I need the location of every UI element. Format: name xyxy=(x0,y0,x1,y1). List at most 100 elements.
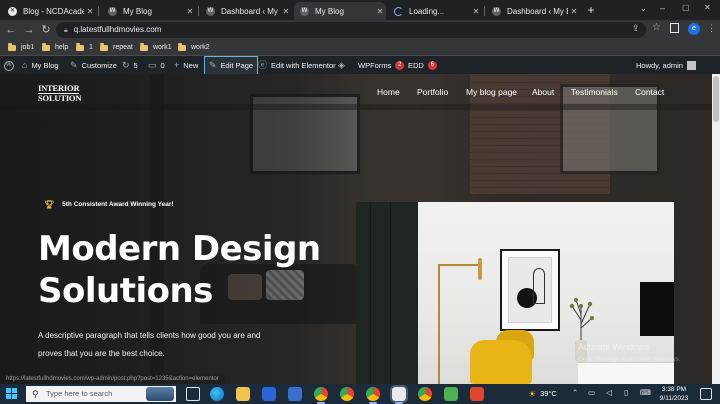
website-hero: INTERIOR SOLUTION Home Portfolio My blog… xyxy=(0,74,712,384)
chrome-profile-2-icon[interactable] xyxy=(366,387,380,401)
nav-contact[interactable]: Contact xyxy=(635,87,664,97)
close-tab-icon[interactable]: ✕ xyxy=(84,7,96,16)
new-tab-plus-icon[interactable]: + xyxy=(584,2,598,18)
admin-bar-new[interactable]: + New xyxy=(174,57,198,74)
close-tab-icon[interactable]: ✕ xyxy=(184,7,196,16)
panel-groove xyxy=(390,202,391,384)
maximize-icon[interactable]: ▢ xyxy=(682,3,690,12)
admin-bar-diamond[interactable]: ◈ xyxy=(338,57,349,74)
language-icon[interactable]: ⌨ xyxy=(640,388,651,397)
admin-bar-wpforms[interactable]: WPForms 2 xyxy=(358,57,405,74)
task-view-icon[interactable] xyxy=(186,387,200,401)
share-icon[interactable]: ⇪ xyxy=(632,23,640,34)
bookmark-star-icon[interactable]: ☆ xyxy=(652,22,661,33)
trophy-icon: 🏆︎ xyxy=(44,200,55,209)
comment-icon: ▭ xyxy=(148,60,157,70)
recorder-icon[interactable] xyxy=(470,387,484,401)
tab-search-chevron-icon[interactable]: ⌄ xyxy=(640,4,647,13)
taskbar-clock[interactable]: 3:38 PM 9/11/2023 xyxy=(654,385,694,403)
close-window-icon[interactable]: ✕ xyxy=(704,3,711,12)
bookmark-label: repeat xyxy=(113,44,133,51)
white-console xyxy=(578,362,674,384)
wordpress-icon: W xyxy=(492,6,501,16)
back-arrow-icon[interactable]: ← xyxy=(4,23,18,37)
forward-arrow-icon[interactable]: → xyxy=(22,23,36,37)
close-tab-icon[interactable]: ✕ xyxy=(470,7,482,16)
admin-bar-edd[interactable]: EDD 6 xyxy=(408,57,437,74)
bookmark-folder-work2[interactable]: work2 xyxy=(178,42,210,54)
nav-my-blog-page[interactable]: My blog page xyxy=(466,87,517,97)
home-icon: ⌂ xyxy=(22,60,28,70)
close-tab-icon[interactable]: ✕ xyxy=(568,7,580,16)
tray-chevron-icon[interactable]: ⌃ xyxy=(572,388,578,397)
nav-testimonials[interactable]: Testimonials xyxy=(571,87,618,97)
address-url: q.latestfullhdmovies.com xyxy=(73,25,162,34)
wpforms-count-badge: 2 xyxy=(395,61,405,70)
tab-my-blog-active[interactable]: W My Blog ✕ xyxy=(294,2,386,20)
browser-tab-strip: ✕ Blog - NCDAcademy ✕ W My Blog ✕ W Dash… xyxy=(0,0,720,20)
minimize-icon[interactable]: – xyxy=(660,3,665,13)
profile-avatar[interactable]: e xyxy=(688,23,700,35)
mail-icon[interactable] xyxy=(288,387,302,401)
tab-title: My Blog xyxy=(123,6,152,16)
weather-sun-icon: ☀︎ xyxy=(528,389,537,399)
store-icon[interactable] xyxy=(262,387,276,401)
updates-icon: ↻ xyxy=(122,60,130,70)
bookmark-folder-work1[interactable]: work1 xyxy=(140,42,172,54)
floor-lamp-pole xyxy=(438,266,440,384)
edge-icon[interactable] xyxy=(210,387,224,401)
plus-icon: + xyxy=(174,60,180,70)
battery-icon[interactable]: ▯ xyxy=(624,388,628,397)
chrome-profile-icon[interactable] xyxy=(340,387,354,401)
close-tab-icon[interactable]: ✕ xyxy=(280,7,292,16)
close-tab-icon[interactable]: ✕ xyxy=(374,7,386,16)
admin-bar-updates[interactable]: ↻ 5 xyxy=(122,57,138,74)
tab-divider xyxy=(484,6,485,16)
address-bar[interactable]: 🔒︎ q.latestfullhdmovies.com xyxy=(56,22,646,38)
bookmark-label: 1 xyxy=(89,44,93,51)
camtasia-icon[interactable] xyxy=(444,387,458,401)
bookmark-folder-job1[interactable]: job1 xyxy=(8,42,34,54)
floor-lamp-shade xyxy=(478,258,482,280)
admin-bar-elementor[interactable]: ⓔ Edit with Elementor xyxy=(258,57,336,74)
weather-widget[interactable]: ☀︎ 39°C xyxy=(528,384,557,404)
chrome-icon[interactable] xyxy=(314,387,328,401)
sidebar-panel-icon[interactable] xyxy=(670,23,679,33)
tab-loading[interactable]: Loading... ✕ xyxy=(388,2,482,20)
tab-blog-ncdacademy[interactable]: ✕ Blog - NCDAcademy ✕ xyxy=(2,2,96,20)
nav-home[interactable]: Home xyxy=(377,87,400,97)
tab-title: Blog - NCDAcademy xyxy=(23,6,84,16)
windows-start-icon[interactable] xyxy=(6,388,18,400)
wordpress-logo-icon[interactable]: W xyxy=(4,57,18,74)
tab-dashboard-1[interactable]: W Dashboard ‹ My Blog ✕ xyxy=(200,2,292,20)
admin-bar-edit-page[interactable]: ✎ Edit Page xyxy=(203,56,259,75)
reload-icon[interactable]: ↻ xyxy=(39,23,53,37)
chrome-profile-3-icon[interactable] xyxy=(418,387,432,401)
search-highlight-image xyxy=(146,387,174,401)
more-menu-icon[interactable]: ⋮ xyxy=(707,23,716,34)
nav-about[interactable]: About xyxy=(532,87,554,97)
tab-divider xyxy=(98,6,99,16)
site-logo[interactable]: INTERIOR SOLUTION xyxy=(38,84,81,103)
admin-bar-comments[interactable]: ▭ 0 xyxy=(148,57,165,74)
folder-icon xyxy=(178,43,186,51)
art-arch xyxy=(533,268,545,304)
wp-admin-bar: W ⌂ My Blog ✎ Customize ↻ 5 ▭ 0 + New ✎ Edit P… xyxy=(0,56,720,75)
notifications-icon[interactable] xyxy=(700,388,712,400)
chrome-active-window-icon[interactable] xyxy=(390,385,408,403)
edd-count-badge: 6 xyxy=(427,61,437,70)
admin-bar-site-name[interactable]: ⌂ My Blog xyxy=(22,57,59,74)
volume-icon[interactable]: ◁ xyxy=(606,388,612,397)
network-icon[interactable]: ▭ xyxy=(588,388,595,397)
file-explorer-icon[interactable] xyxy=(236,387,250,401)
admin-bar-customize[interactable]: ✎ Customize xyxy=(70,57,117,74)
bookmark-folder-1[interactable]: 1 xyxy=(76,42,93,54)
tab-dashboard-2[interactable]: W Dashboard ‹ My Blog ✕ xyxy=(486,2,580,20)
scrollbar-thumb[interactable] xyxy=(713,76,719,122)
bookmark-folder-repeat[interactable]: repeat xyxy=(100,42,133,54)
bookmark-folder-help[interactable]: help xyxy=(42,42,68,54)
tab-my-blog-1[interactable]: W My Blog ✕ xyxy=(102,2,196,20)
folder-icon xyxy=(76,43,84,51)
admin-bar-account[interactable]: Howdy, admin xyxy=(636,57,696,74)
nav-portfolio[interactable]: Portfolio xyxy=(417,87,448,97)
